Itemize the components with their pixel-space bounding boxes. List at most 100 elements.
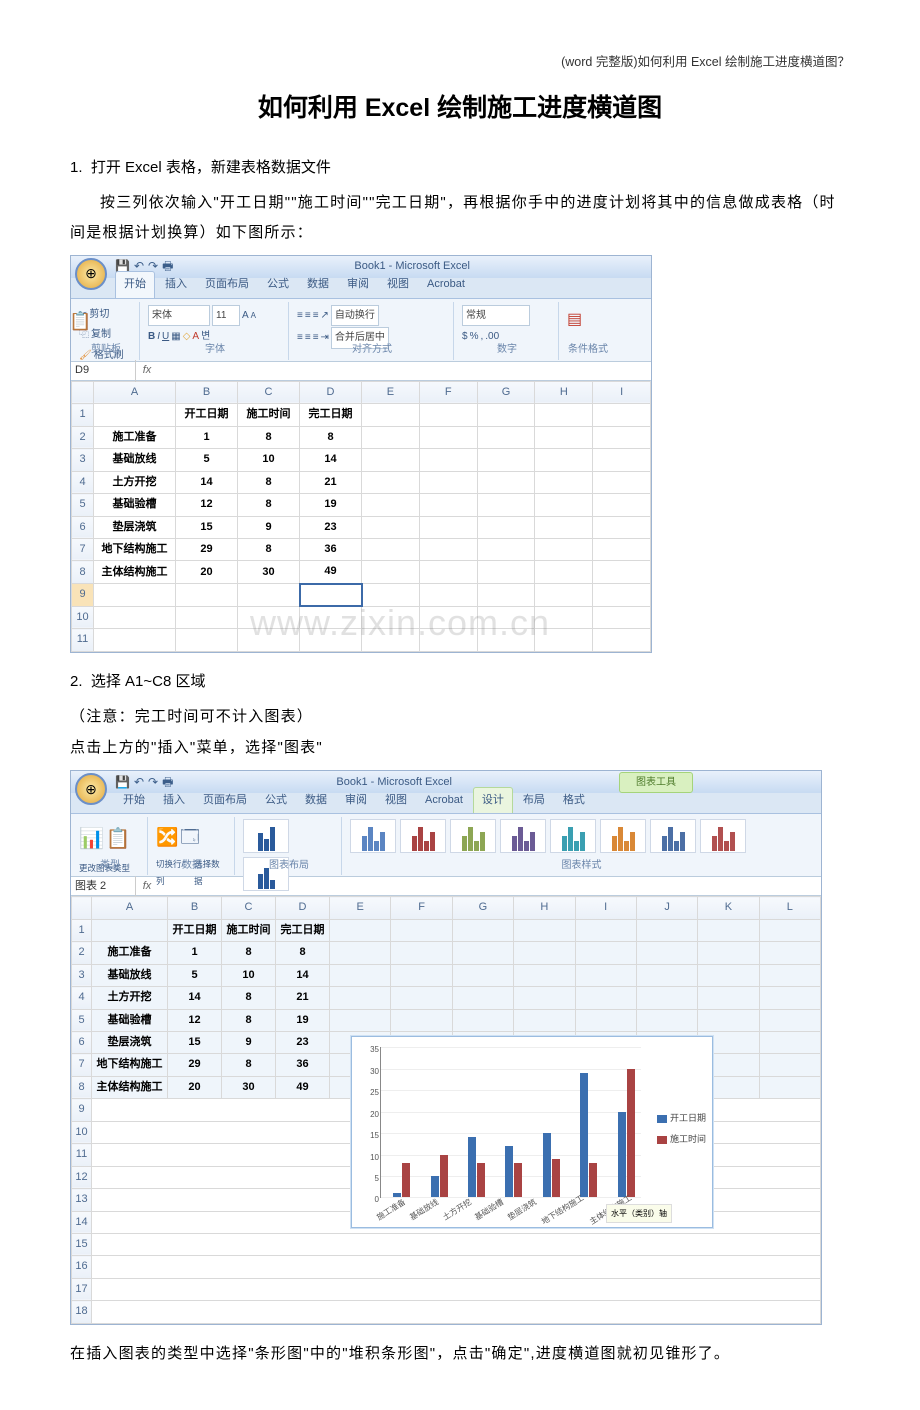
chart-legend: 开工日期施工时间 [657, 1107, 706, 1151]
style-thumb[interactable] [550, 819, 596, 853]
table-row: 17 [72, 1278, 821, 1300]
tab-home[interactable]: 开始 [115, 788, 153, 813]
step-1-heading: 打开 Excel 表格，新建表格数据文件 [91, 159, 331, 176]
screenshot-2: ⊕ 💾 ↶ ↷ 🖶 Book1 - Microsoft Excel 图表工具 开… [70, 770, 850, 1324]
tab-review[interactable]: 审阅 [339, 272, 377, 297]
step-2-num: 2. [70, 673, 83, 690]
group-chart-style: 图表样式 [344, 817, 819, 875]
tab-format[interactable]: 格式 [555, 788, 593, 813]
table-row: 16 [72, 1256, 821, 1278]
layout-thumb[interactable] [243, 819, 289, 853]
embedded-chart[interactable]: 05101520253035 施工准备基础放线土方开挖基础验槽垫层浇筑地下结构施… [351, 1036, 713, 1228]
table-row: 7地下结构施工29836 [72, 538, 651, 560]
tab-data[interactable]: 数据 [297, 788, 335, 813]
align-top-icon[interactable]: ≡ [297, 306, 303, 326]
spreadsheet-grid-1[interactable]: ABCDEFGHI 1开工日期施工时间完工日期 2施工准备188 3基础放线51… [71, 381, 651, 652]
tab-data[interactable]: 数据 [299, 272, 337, 297]
table-row: 2施工准备188 [72, 426, 651, 448]
tab-view[interactable]: 视图 [379, 272, 417, 297]
paste-icon[interactable]: 📋 [69, 304, 91, 339]
table-row: 4土方开挖14821 [72, 987, 821, 1009]
group-font: 宋体 11 A A B I U ▦ ◇ A 변 字体 [142, 302, 289, 360]
style-thumb[interactable] [400, 819, 446, 853]
shrink-font-icon[interactable]: A [251, 308, 256, 324]
style-thumb[interactable] [700, 819, 746, 853]
chart-tools-title: 图表工具 [619, 772, 693, 794]
fx-icon[interactable]: fx [136, 360, 158, 381]
table-row: 6垫层浇筑15923 [72, 516, 651, 538]
tab-pagelayout[interactable]: 页面布局 [197, 272, 257, 297]
fx-icon[interactable]: fx [136, 876, 158, 897]
orientation-icon[interactable]: ↗ [321, 306, 329, 326]
number-format[interactable]: 常规 [462, 305, 530, 327]
ribbon-tabs-2: 开始 插入 页面布局 公式 数据 审阅 视图 Acrobat 设计 布局 格式 [71, 793, 821, 813]
table-row: 9 [72, 584, 651, 606]
table-row: 5基础验槽12819 [72, 494, 651, 516]
table-row: 3基础放线51014 [72, 964, 821, 986]
tab-review[interactable]: 审阅 [337, 788, 375, 813]
tab-acrobat[interactable]: Acrobat [419, 272, 473, 297]
tab-formulas[interactable]: 公式 [257, 788, 295, 813]
step-2: 2. 选择 A1~C8 区域 [70, 667, 850, 696]
wrap-button[interactable]: 自动换行 [331, 305, 379, 327]
style-thumb[interactable] [350, 819, 396, 853]
conditional-format-icon[interactable]: ▤ [567, 304, 609, 335]
tab-home[interactable]: 开始 [115, 271, 155, 297]
tab-formulas[interactable]: 公式 [259, 272, 297, 297]
step-2-heading: 选择 A1~C8 区域 [91, 673, 206, 690]
screenshot-1: ⊕ 💾 ↶ ↷ 🖶 Book1 - Microsoft Excel 开始 插入 … [70, 255, 850, 653]
tab-layout[interactable]: 布局 [515, 788, 553, 813]
group-type: 📊📋 更改图表类型 类型 [73, 817, 148, 875]
tab-view[interactable]: 视图 [377, 788, 415, 813]
plot-area: 05101520253035 [380, 1047, 641, 1198]
page-header-note: (word 完整版)如何利用 Excel 绘制施工进度横道图？ [70, 50, 850, 74]
style-thumb[interactable] [450, 819, 496, 853]
selected-cell[interactable] [300, 584, 362, 606]
switch-row-col-icon[interactable]: 🔀 [156, 820, 178, 855]
align-mid-icon[interactable]: ≡ [305, 306, 311, 326]
excel-window-1: ⊕ 💾 ↶ ↷ 🖶 Book1 - Microsoft Excel 开始 插入 … [70, 255, 652, 653]
table-row: 15 [72, 1233, 821, 1255]
step-1-num: 1. [70, 159, 83, 176]
document-title: 如何利用 Excel 绘制施工进度横道图 [70, 84, 850, 133]
table-row: 1开工日期施工时间完工日期 [72, 919, 821, 941]
tab-acrobat[interactable]: Acrobat [417, 788, 471, 813]
save-template-icon[interactable]: 📋 [106, 820, 131, 859]
step-2-para-1: 点击上方的"插入"菜单，选择"图表" [70, 733, 850, 762]
table-row: 10 [72, 606, 651, 628]
formula-bar: D9 fx [71, 361, 651, 381]
closing-paragraph: 在插入图表的类型中选择"条形图"中的"堆积条形图"，点击"确定",进度横道图就初… [70, 1339, 850, 1368]
table-row: 8主体结构施工203049 [72, 561, 651, 584]
style-thumb[interactable] [600, 819, 646, 853]
tab-insert[interactable]: 插入 [155, 788, 193, 813]
grow-font-icon[interactable]: A [242, 306, 249, 326]
style-thumb[interactable] [650, 819, 696, 853]
office-button[interactable]: ⊕ [75, 258, 107, 290]
axis-tooltip: 水平（类别）轴 [606, 1204, 672, 1224]
group-number: 常规 $ % , .00 数字 [456, 302, 559, 360]
change-chart-icon[interactable]: 📊 [79, 820, 104, 859]
table-row: 5基础验槽12819 [72, 1009, 821, 1031]
name-box-2[interactable]: 图表 2 [71, 876, 136, 897]
x-axis-labels: 施工准备基础放线土方开挖基础验槽垫层浇筑地下结构施工主体结构施工 [380, 1199, 640, 1215]
table-row: 4土方开挖14821 [72, 471, 651, 493]
style-thumb[interactable] [500, 819, 546, 853]
tab-pagelayout[interactable]: 页面布局 [195, 788, 255, 813]
align-bot-icon[interactable]: ≡ [313, 306, 319, 326]
table-row: 3基础放线51014 [72, 449, 651, 471]
ribbon-body: ✂剪切 ⿻复制 🖌格式刷 📋 剪贴板 宋体 11 A A B I U ▦ ◇ A… [71, 298, 651, 361]
font-size[interactable]: 11 [212, 305, 240, 327]
select-data-icon[interactable]: 🗔 [180, 820, 200, 855]
tab-design[interactable]: 设计 [473, 787, 513, 813]
ribbon-body-2: 📊📋 更改图表类型 类型 🔀🗔 切换行/列 选择数据 数据 图表布局 图表样式 [71, 813, 821, 876]
step-1-paragraph: 按三列依次输入"开工日期""施工时间""完工日期"，再根据你手中的进度计划将其中… [70, 188, 850, 247]
corner-cell[interactable] [72, 381, 94, 403]
table-row: 1开工日期施工时间完工日期 [72, 404, 651, 426]
ribbon-tabs: 开始 插入 页面布局 公式 数据 审阅 视图 Acrobat [71, 278, 651, 298]
table-row: 11 [72, 629, 651, 651]
step-1: 1. 打开 Excel 表格，新建表格数据文件 [70, 153, 850, 182]
font-name[interactable]: 宋体 [148, 305, 210, 327]
excel-window-2: ⊕ 💾 ↶ ↷ 🖶 Book1 - Microsoft Excel 图表工具 开… [70, 770, 822, 1324]
tab-insert[interactable]: 插入 [157, 272, 195, 297]
group-style: ▤ 条件格式 [561, 302, 615, 360]
